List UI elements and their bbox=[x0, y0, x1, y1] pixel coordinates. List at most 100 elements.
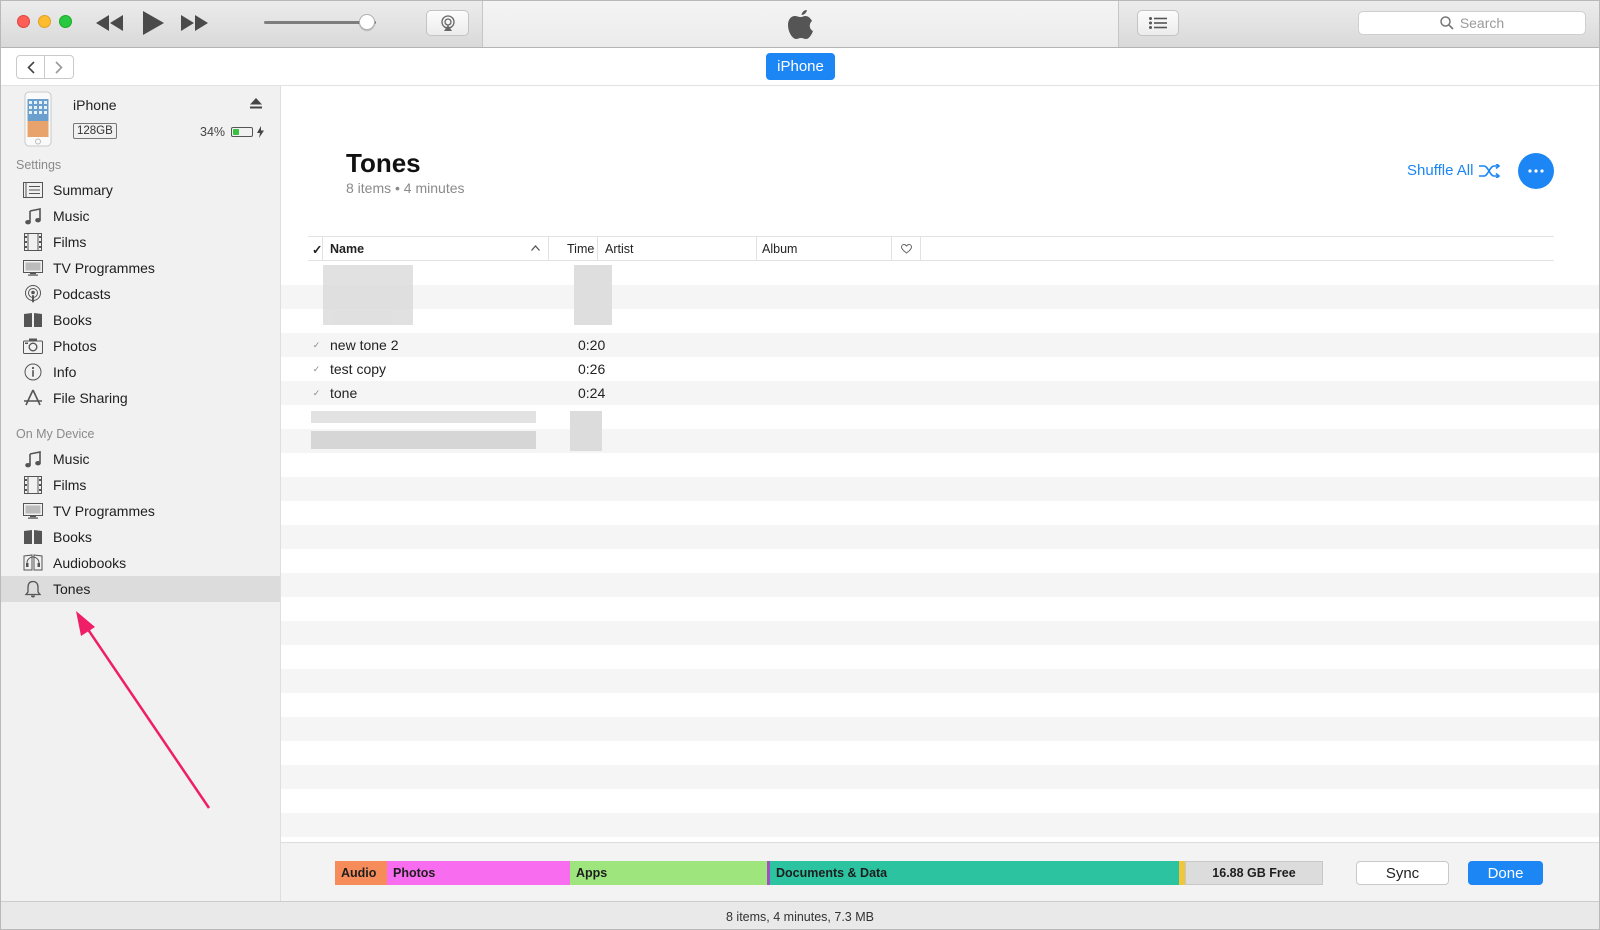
table-row bbox=[281, 573, 1599, 597]
column-header-album[interactable]: Album bbox=[756, 237, 891, 260]
shuffle-all-label: Shuffle All bbox=[1407, 162, 1474, 179]
redacted-name bbox=[311, 411, 536, 423]
page-title: Tones bbox=[346, 148, 421, 178]
battery-fill bbox=[233, 129, 240, 135]
table-row[interactable] bbox=[281, 285, 1599, 309]
table-row[interactable]: ✓ test copy 0:26 bbox=[281, 357, 1599, 381]
table-row bbox=[281, 645, 1599, 669]
eject-icon[interactable] bbox=[250, 98, 262, 109]
volume-slider[interactable] bbox=[264, 14, 376, 30]
fast-forward-button[interactable] bbox=[180, 13, 210, 33]
status-text: 8 items, 4 minutes, 7.3 MB bbox=[726, 909, 874, 924]
sidebar-item-device-films[interactable]: Films bbox=[1, 472, 280, 498]
settings-section-header: Settings bbox=[16, 158, 62, 172]
shuffle-all-button[interactable]: Shuffle All bbox=[1407, 162, 1501, 179]
film-icon bbox=[22, 233, 44, 251]
sidebar-item-films[interactable]: Films bbox=[1, 229, 280, 255]
table-row[interactable]: ✓ tone 0:24 bbox=[281, 381, 1599, 405]
play-button[interactable] bbox=[141, 10, 165, 36]
redacted-name bbox=[333, 311, 393, 325]
app-store-icon bbox=[22, 389, 44, 407]
sidebar-item-label: Tones bbox=[53, 581, 91, 597]
sidebar-item-tv-programmes[interactable]: TV Programmes bbox=[1, 255, 280, 281]
row-name: tone bbox=[330, 385, 358, 401]
audiobook-icon bbox=[22, 554, 44, 572]
rewind-button[interactable] bbox=[95, 13, 125, 33]
column-header-time[interactable]: Time bbox=[567, 242, 594, 256]
column-header-name[interactable]: Name bbox=[322, 237, 549, 260]
page-subtitle: 8 items • 4 minutes bbox=[346, 180, 465, 196]
storage-bar-area: Audio Photos Apps Documents & Data 16.88… bbox=[281, 842, 1599, 901]
sidebar-item-device-music[interactable]: Music bbox=[1, 446, 280, 472]
sidebar-item-summary[interactable]: Summary bbox=[1, 177, 280, 203]
table-row[interactable] bbox=[281, 309, 1599, 333]
table-row bbox=[281, 477, 1599, 501]
main-content: Tones 8 items • 4 minutes Shuffle All ✓ … bbox=[281, 86, 1599, 842]
sidebar-item-books[interactable]: Books bbox=[1, 307, 280, 333]
summary-icon bbox=[22, 181, 44, 199]
search-field[interactable]: Search bbox=[1358, 11, 1586, 35]
zoom-window-button[interactable] bbox=[59, 15, 72, 28]
more-options-button[interactable] bbox=[1518, 153, 1554, 189]
airplay-button[interactable] bbox=[426, 10, 469, 36]
sidebar-item-photos[interactable]: Photos bbox=[1, 333, 280, 359]
tv-icon bbox=[22, 259, 44, 277]
sidebar-item-label: TV Programmes bbox=[53, 503, 155, 519]
volume-knob[interactable] bbox=[359, 14, 375, 30]
sidebar-item-podcasts[interactable]: Podcasts bbox=[1, 281, 280, 307]
chevron-left-icon bbox=[26, 60, 35, 74]
row-name: test copy bbox=[330, 361, 387, 377]
list-icon bbox=[1149, 17, 1167, 29]
sync-button[interactable]: Sync bbox=[1356, 861, 1449, 885]
sidebar-item-device-tv-programmes[interactable]: TV Programmes bbox=[1, 498, 280, 524]
storage-label-apps: Apps bbox=[576, 866, 608, 880]
bell-icon bbox=[22, 580, 44, 598]
table-row bbox=[281, 501, 1599, 525]
table-row bbox=[281, 741, 1599, 765]
close-window-button[interactable] bbox=[17, 15, 30, 28]
row-checkbox[interactable]: ✓ bbox=[311, 364, 322, 375]
navigation-bar: iPhone bbox=[1, 48, 1599, 86]
table-row bbox=[281, 525, 1599, 549]
sidebar-item-device-books[interactable]: Books bbox=[1, 524, 280, 550]
sidebar-item-info[interactable]: Info bbox=[1, 359, 280, 385]
ellipsis-icon bbox=[1528, 169, 1544, 173]
sidebar-item-label: Music bbox=[53, 208, 90, 224]
column-header-name-label: Name bbox=[330, 242, 365, 256]
done-button[interactable]: Done bbox=[1468, 861, 1543, 885]
tv-icon bbox=[22, 502, 44, 520]
forward-button[interactable] bbox=[45, 55, 74, 79]
storage-segment-documents: Documents & Data bbox=[767, 861, 1185, 885]
itunes-window: Search iPhone iPhone 128GB 34% Settings … bbox=[0, 0, 1600, 930]
device-tab[interactable]: iPhone bbox=[766, 53, 835, 80]
table-row bbox=[281, 669, 1599, 693]
sidebar-item-label: Music bbox=[53, 451, 90, 467]
sidebar-item-label: Summary bbox=[53, 182, 113, 198]
sidebar-item-file-sharing[interactable]: File Sharing bbox=[1, 385, 280, 411]
column-header-artist[interactable]: Artist bbox=[597, 237, 756, 260]
sidebar-item-label: File Sharing bbox=[53, 390, 128, 406]
device-name: iPhone bbox=[73, 97, 117, 113]
shuffle-icon bbox=[1479, 163, 1501, 178]
film-icon bbox=[22, 476, 44, 494]
row-checkbox[interactable]: ✓ bbox=[311, 388, 322, 399]
back-button[interactable] bbox=[16, 55, 45, 79]
sidebar-item-device-tones[interactable]: Tones bbox=[1, 576, 280, 602]
sidebar-item-device-audiobooks[interactable]: Audiobooks bbox=[1, 550, 280, 576]
sidebar-item-label: Books bbox=[53, 312, 92, 328]
now-playing-display bbox=[482, 1, 1119, 47]
storage-segment-audio: Audio bbox=[335, 861, 387, 885]
table-row[interactable]: ✓ new tone 2 0:20 bbox=[281, 333, 1599, 357]
device-summary[interactable]: iPhone 128GB 34% bbox=[1, 86, 280, 152]
sidebar-item-music[interactable]: Music bbox=[1, 203, 280, 229]
column-header-check[interactable]: ✓ bbox=[312, 242, 322, 257]
row-time: 0:20 bbox=[578, 337, 606, 353]
charging-bolt-icon bbox=[257, 126, 264, 138]
status-bar: 8 items, 4 minutes, 7.3 MB bbox=[1, 901, 1599, 929]
sidebar: iPhone 128GB 34% Settings Summary Music … bbox=[1, 86, 281, 901]
up-next-button[interactable] bbox=[1137, 10, 1179, 36]
row-checkbox[interactable]: ✓ bbox=[311, 340, 322, 351]
column-header-love[interactable] bbox=[891, 237, 921, 260]
minimize-window-button[interactable] bbox=[38, 15, 51, 28]
music-note-icon bbox=[22, 207, 44, 225]
